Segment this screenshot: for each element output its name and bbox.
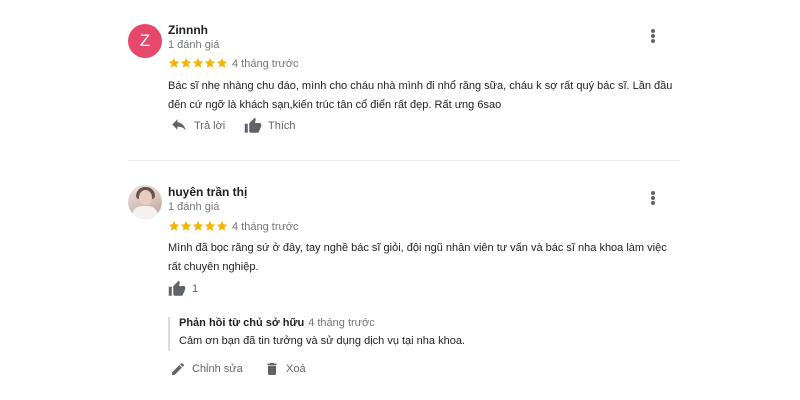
owner-response-title: Phản hồi từ chủ sở hữu (179, 317, 305, 329)
star-icon (204, 58, 216, 68)
star-icon (180, 221, 192, 231)
review-text-line: rất chuyên nghiệp. (168, 261, 259, 273)
avatar[interactable]: Z (128, 24, 162, 58)
avatar[interactable] (128, 185, 162, 219)
like-button[interactable]: Thích (244, 117, 296, 135)
review-count: 1 đánh giá (168, 39, 220, 51)
delete-label: Xoá (286, 363, 306, 375)
divider (128, 160, 680, 161)
star-icon (192, 58, 204, 68)
review-text: Mình đã bọc răng sứ ở đây, tay nghề bác … (168, 239, 688, 277)
owner-response: Phản hồi từ chủ sở hữu 4 tháng trước Cảm … (168, 317, 465, 351)
star-icon (216, 221, 228, 231)
owner-response-time: 4 tháng trước (308, 317, 375, 329)
review-count: 1 đánh giá (168, 201, 220, 213)
star-icon (192, 221, 204, 231)
reviewer-name[interactable]: huyên trần thị (168, 185, 247, 199)
edit-button[interactable]: Chỉnh sửa (170, 361, 243, 377)
star-icon (180, 58, 192, 68)
edit-label: Chỉnh sửa (192, 363, 243, 375)
star-rating (168, 57, 228, 69)
more-vert-icon[interactable] (649, 27, 657, 45)
reply-label: Trả lời (194, 120, 226, 132)
star-icon (204, 221, 216, 231)
thumb-up-icon (168, 280, 186, 296)
delete-button[interactable]: Xoá (264, 361, 306, 377)
star-icon (168, 58, 180, 68)
reply-icon (172, 119, 186, 131)
review-text: Bác sĩ nhẹ nhàng chu đáo, mình cho cháu … (168, 77, 688, 115)
like-count: 1 (192, 283, 199, 295)
like-button[interactable]: 1 (168, 280, 198, 298)
star-rating (168, 220, 228, 232)
review-text-line: đến cứ ngỡ là khách sạn,kiến trúc tân cổ… (168, 99, 502, 111)
review-time: 4 tháng trước (232, 221, 299, 233)
star-icon (216, 58, 228, 68)
review-time: 4 tháng trước (232, 58, 299, 70)
reply-button[interactable]: Trả lời (170, 118, 225, 134)
review-card: huyên trần thị 1 đánh giá 4 tháng trước … (128, 184, 680, 384)
like-label: Thích (268, 120, 296, 132)
review-text-line: Bác sĩ nhẹ nhàng chu đáo, mình cho cháu … (168, 80, 673, 92)
review-card: Z Zinnnh 1 đánh giá 4 tháng trước Bác sĩ… (128, 22, 680, 152)
reviewer-name[interactable]: Zinnnh (168, 23, 208, 37)
more-vert-icon[interactable] (649, 189, 657, 207)
delete-trash-icon (267, 363, 277, 375)
edit-pencil-icon (172, 362, 185, 375)
star-icon (168, 221, 180, 231)
review-text-line: Mình đã bọc răng sứ ở đây, tay nghề bác … (168, 242, 667, 254)
thumb-up-icon (244, 117, 262, 133)
owner-response-text: Cảm ơn bạn đã tin tưởng và sử dụng dịch … (179, 335, 465, 347)
